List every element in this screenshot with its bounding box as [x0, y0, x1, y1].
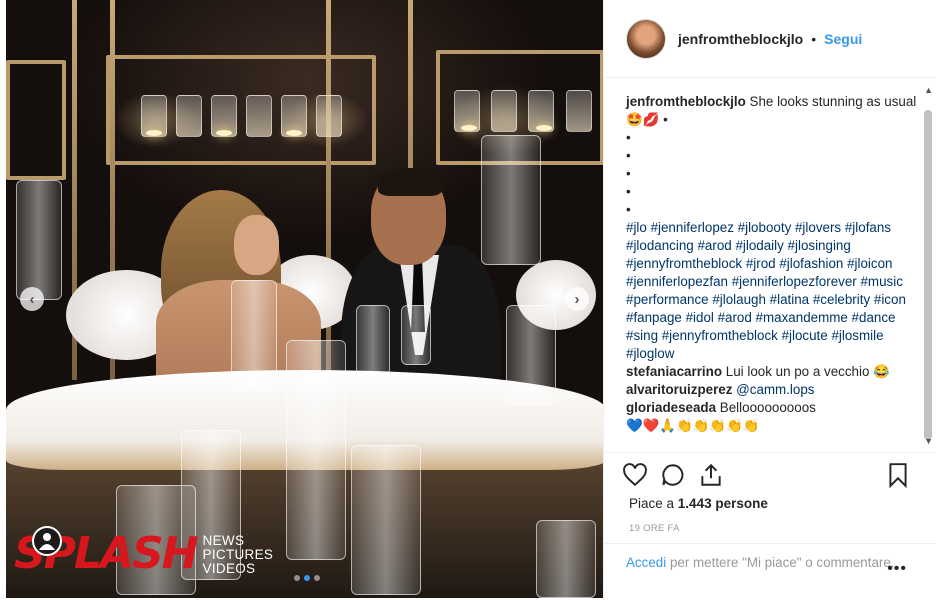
candle	[316, 95, 342, 137]
profile-avatar[interactable]	[626, 18, 666, 59]
header-separator: •	[811, 30, 817, 47]
login-text: per mettere "Mi piace" o commentare.	[669, 555, 895, 570]
comment-mention[interactable]: @camm.lops	[736, 382, 814, 397]
comment-username[interactable]: gloriadeseada	[626, 400, 716, 415]
watermark-line: PICTURES	[202, 547, 274, 562]
glass-candle-holder	[481, 135, 541, 265]
watermark-line: VIDEOS	[202, 561, 256, 576]
candle	[566, 90, 592, 132]
watermark-line: NEWS	[202, 533, 245, 548]
bookmark-icon[interactable]	[885, 462, 911, 488]
candle	[176, 95, 202, 137]
comment-text: Bellooooooooos	[719, 400, 816, 415]
post-timestamp[interactable]: 19 ORE FA	[629, 523, 680, 534]
caption-bullet: •	[626, 166, 631, 181]
candle-flame	[536, 125, 552, 131]
candle-flame	[286, 130, 302, 136]
comment-text: 💙❤️🙏👏👏👏👏👏	[626, 418, 760, 433]
post-header: jenfromtheblockjlo • Segui	[604, 0, 936, 78]
caption: jenfromtheblockjlo She looks stunning as…	[626, 93, 917, 129]
caption-bullet: •	[626, 184, 631, 199]
heart-icon[interactable]	[622, 462, 648, 488]
scroll-down-icon[interactable]: ▼	[924, 436, 933, 446]
glass-candle-holder	[351, 445, 421, 595]
comments-scrollbar[interactable]	[924, 110, 932, 440]
carousel-next-button[interactable]: ›	[565, 287, 589, 311]
glass-candle-holder	[231, 280, 277, 390]
like-count[interactable]: Piace a 1.443 persone	[629, 496, 768, 511]
candle-flame	[146, 130, 162, 136]
likes-prefix: Piace a	[629, 496, 675, 511]
comment: alvaritoruizperez @camm.lops	[626, 381, 917, 399]
watermark-lines: NEWS PICTURES VIDEOS	[203, 534, 274, 576]
splash-watermark: SPLASH NEWS PICTURES VIDEOS	[14, 526, 274, 576]
wine-glass	[356, 305, 390, 375]
comment-username[interactable]: stefaniacarrino	[626, 364, 722, 379]
likes-suffix: persone	[715, 496, 768, 511]
comment-username[interactable]: alvaritoruizperez	[626, 382, 732, 397]
candle-flame	[461, 125, 477, 131]
scroll-up-icon[interactable]: ▲	[924, 85, 933, 95]
glass-candle-holder	[16, 180, 62, 300]
comment: stefaniacarrino Lui look un po a vecchio…	[626, 363, 917, 381]
comment: gloriadeseada Bellooooooooos	[626, 399, 917, 417]
comments-list[interactable]: jenfromtheblockjlo She looks stunning as…	[604, 79, 936, 452]
carousel-dot-active	[304, 575, 310, 581]
more-options-icon[interactable]: •••	[887, 560, 907, 578]
caption-bullet: •	[626, 130, 631, 145]
share-icon[interactable]	[698, 462, 724, 488]
woman-face	[234, 215, 279, 275]
caption-bullet: •	[626, 202, 631, 217]
man-hair	[378, 168, 442, 196]
carousel-prev-button[interactable]: ‹	[20, 287, 44, 311]
comment-text: Lui look un po a vecchio 😂	[725, 364, 890, 379]
wine-glass	[401, 305, 431, 365]
post-photo[interactable]: ‹ › SPLASH NEWS PICTURES VIDEOS	[6, 0, 603, 598]
comment-icon[interactable]	[660, 462, 686, 488]
caption-bullet: •	[626, 148, 631, 163]
action-bar	[604, 452, 936, 492]
glass-candle-holder	[286, 340, 346, 560]
carousel-indicator	[294, 575, 320, 581]
background-shelf	[6, 60, 66, 180]
comment: 💙❤️🙏👏👏👏👏👏	[626, 417, 917, 435]
candle	[491, 90, 517, 132]
candle-flame	[216, 130, 232, 136]
candle	[246, 95, 272, 137]
likes-number: 1.443	[677, 496, 712, 511]
glass-candle-holder	[506, 305, 556, 405]
header-username[interactable]: jenfromtheblockjlo	[678, 31, 803, 47]
caption-hashtags[interactable]: #jlo #jenniferlopez #jlobooty #jlovers #…	[626, 219, 917, 363]
login-prompt: Accedi per mettere "Mi piace" o commenta…	[604, 543, 936, 600]
carousel-dot	[294, 575, 300, 581]
caption-username[interactable]: jenfromtheblockjlo	[626, 94, 746, 109]
glass-candle-holder	[536, 520, 596, 598]
login-link[interactable]: Accedi	[626, 555, 666, 570]
follow-button[interactable]: Segui	[824, 31, 862, 47]
person-icon	[32, 526, 62, 556]
carousel-dot	[314, 575, 320, 581]
post-side-panel: jenfromtheblockjlo • Segui jenfromtheblo…	[603, 0, 936, 600]
